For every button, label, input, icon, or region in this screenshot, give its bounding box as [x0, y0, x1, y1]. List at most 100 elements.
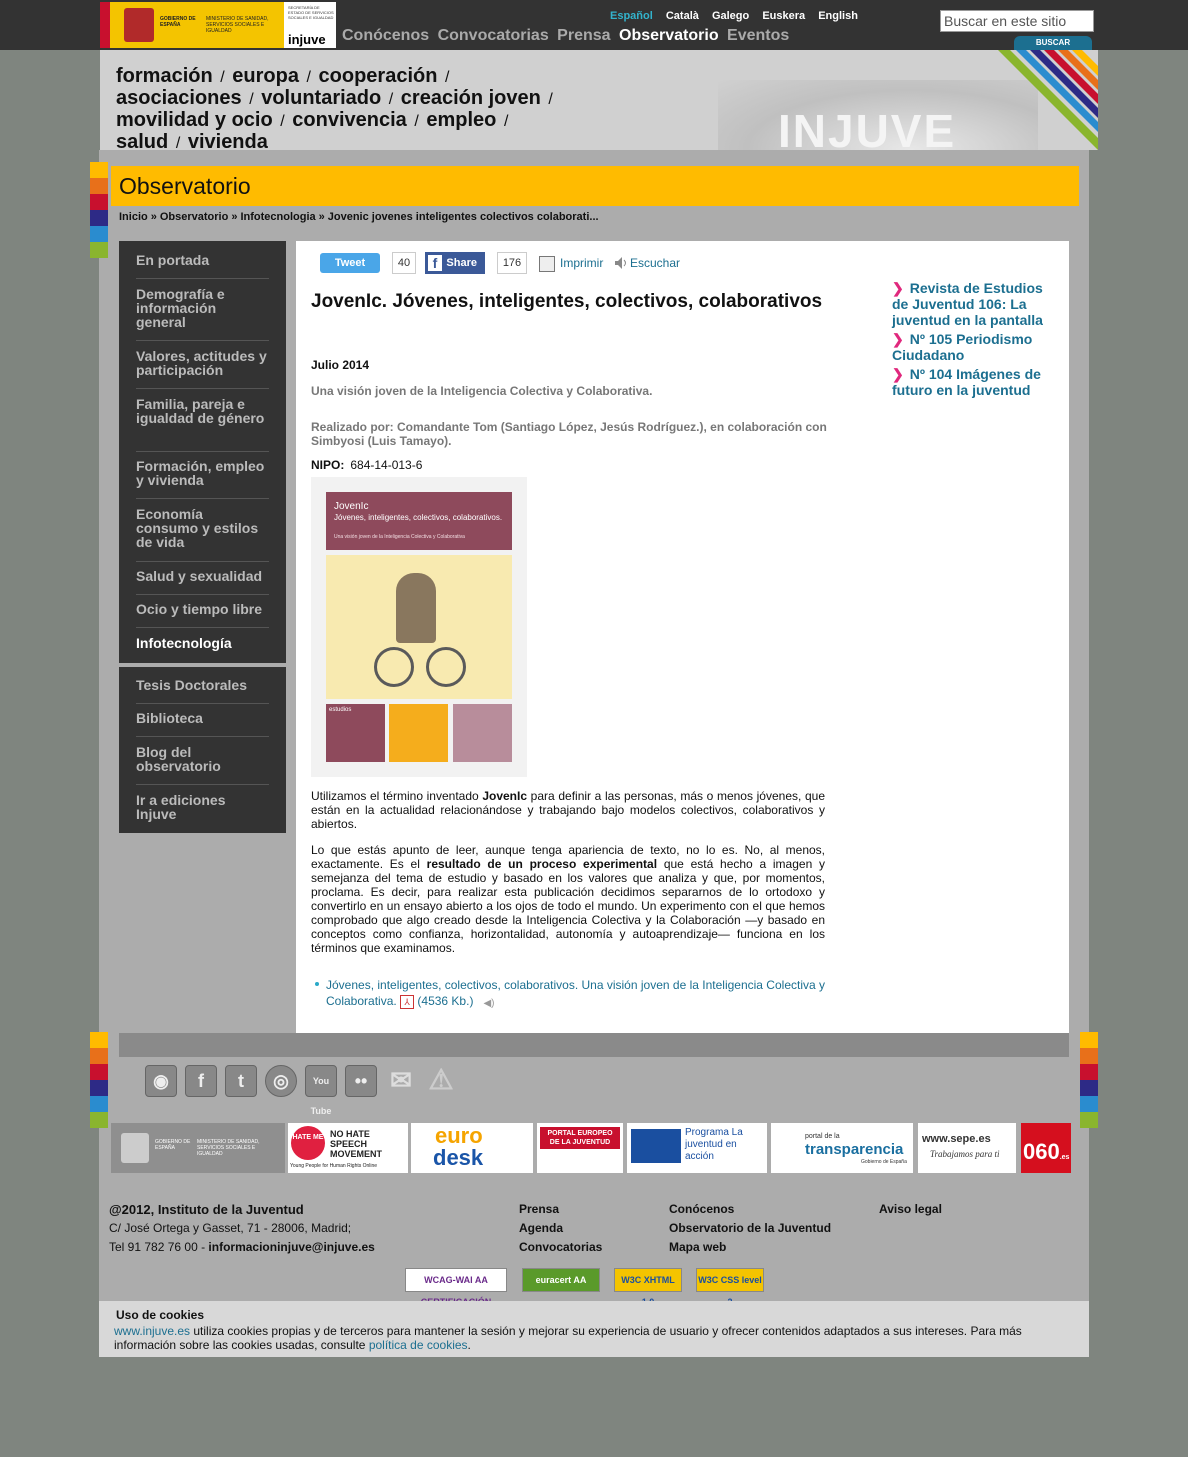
theme-formacion[interactable]: formación: [116, 65, 213, 87]
article-credit: Realizado por: Comandante Tom (Santiago …: [311, 420, 827, 448]
theme-voluntariado[interactable]: voluntariado: [261, 87, 381, 109]
sidebar-item-ocio[interactable]: Ocio y tiempo libre: [136, 602, 269, 616]
youtube-icon[interactable]: You Tube: [305, 1065, 337, 1116]
related-link-1[interactable]: ❯ Revista de Estudios de Juventud 106: La…: [892, 280, 1062, 328]
lang-ca[interactable]: Català: [666, 10, 699, 22]
partner-eurodesk[interactable]: euro desk: [411, 1123, 533, 1173]
sidebar-item-tesis[interactable]: Tesis Doctorales: [136, 678, 269, 692]
partner-no-hate[interactable]: HATE ME NO HATE SPEECH MOVEMENT Young Pe…: [288, 1123, 408, 1173]
speaker-icon[interactable]: [614, 256, 628, 270]
footer-link-prensa[interactable]: Prensa: [519, 1200, 602, 1219]
breadcrumb: Inicio» Observatorio» Infotecnologia» Joven…: [119, 211, 599, 223]
flickr-icon[interactable]: ••: [345, 1065, 377, 1097]
partner-transparencia[interactable]: portal de la transparencia Gobierno de E…: [771, 1123, 913, 1173]
footer-link-mapa-web[interactable]: Mapa web: [669, 1238, 831, 1257]
euracert-badge[interactable]: euracert AA: [522, 1268, 600, 1292]
theme-asociaciones[interactable]: asociaciones: [116, 87, 242, 109]
cyclist-figure: [396, 573, 436, 643]
coat-of-arms-icon: [121, 1133, 149, 1163]
bicycle-wheel-icon: [426, 647, 466, 687]
footer-email-link[interactable]: informacioninjuve@injuve.es: [208, 1240, 374, 1254]
footer-link-convocatorias[interactable]: Convocatorias: [519, 1238, 602, 1257]
breadcrumb-inicio[interactable]: Inicio: [119, 211, 148, 223]
sidebar-item-demografia[interactable]: Demografía e información general: [136, 287, 269, 329]
theme-movilidad[interactable]: movilidad y ocio: [116, 109, 273, 131]
lang-en[interactable]: English: [818, 10, 858, 22]
sidebar-item-valores[interactable]: Valores, actitudes y participación: [136, 349, 269, 377]
tweet-button[interactable]: Tweet: [320, 253, 380, 273]
sidebar-item-economia[interactable]: Economía consumo y estilos de vida: [136, 507, 269, 549]
sidebar-item-en-portada[interactable]: En portada: [136, 253, 269, 267]
lang-eu[interactable]: Euskera: [762, 10, 805, 22]
w3c-css-badge[interactable]: W3C CSS level 2: [696, 1268, 764, 1307]
cookie-policy-link[interactable]: política de cookies: [369, 1338, 468, 1352]
nipo-value: 684-14-013-6: [350, 458, 423, 472]
search-input[interactable]: Buscar en este sitio: [940, 10, 1094, 32]
content-bottom-bar: [119, 1033, 1069, 1057]
sidebar-item-familia[interactable]: Familia, pareja e igualdad de género: [136, 397, 269, 425]
speaker-icon[interactable]: ◀): [483, 996, 497, 1009]
footer-col-3: Aviso legal: [879, 1200, 942, 1219]
breadcrumb-infotecnologia[interactable]: Infotecnologia: [240, 211, 315, 223]
lang-gl[interactable]: Galego: [712, 10, 749, 22]
partner-sepe[interactable]: www.sepe.es Trabajamos para ti: [918, 1123, 1016, 1173]
theme-cooperacion[interactable]: cooperación: [319, 65, 438, 87]
theme-europa[interactable]: europa: [232, 65, 299, 87]
partner-gobierno[interactable]: GOBIERNO DE ESPAÑA MINISTERIO DE SANIDAD…: [111, 1123, 285, 1173]
footer-link-observatorio[interactable]: Observatorio de la Juventud: [669, 1219, 831, 1238]
bullet-icon: [315, 982, 319, 986]
related-link-3[interactable]: ❯ Nº 104 Imágenes de futuro en la juventu…: [892, 366, 1062, 398]
nav-conocenos[interactable]: Conócenos: [342, 27, 429, 44]
color-squares-left: [90, 162, 108, 258]
publication-cover-image[interactable]: JovenIc Jóvenes, inteligentes, colectivo…: [311, 477, 527, 777]
injuve-logo[interactable]: SECRETARÍA DE ESTADO DE SERVICIOS SOCIAL…: [284, 2, 336, 48]
printer-icon[interactable]: [539, 256, 555, 272]
sidebar-item-blog[interactable]: Blog del observatorio: [136, 745, 269, 773]
article-title: JovenIc. Jóvenes, inteligentes, colectiv…: [311, 291, 823, 312]
gobierno-logo[interactable]: GOBIERNO DE ESPAÑA MINISTERIO DE SANIDAD…: [100, 2, 284, 48]
bicycle-wheel-icon: [374, 647, 414, 687]
cookie-site-link[interactable]: www.injuve.es: [114, 1324, 190, 1338]
footer-link-conocenos[interactable]: Conócenos: [669, 1200, 831, 1219]
nipo: NIPO: 684-14-013-6: [311, 458, 422, 472]
search-button[interactable]: BUSCAR: [1014, 36, 1092, 50]
theme-convivencia[interactable]: convivencia: [292, 109, 407, 131]
partner-programa-juventud[interactable]: Programa La juventud en acción: [627, 1123, 767, 1173]
cover-series: estudios: [329, 707, 352, 713]
theme-empleo[interactable]: empleo: [426, 109, 496, 131]
sidebar-item-salud[interactable]: Salud y sexualidad: [136, 569, 269, 583]
tuenti-icon[interactable]: ◎: [265, 1065, 297, 1097]
wcag-badge[interactable]: WCAG-WAI AA CERTIFICACIÓN: [405, 1268, 507, 1307]
mail-icon[interactable]: ✉: [385, 1065, 417, 1097]
cover-tagline: Una visión joven de la Inteligencia Cole…: [334, 534, 465, 540]
w3c-xhtml-badge[interactable]: W3C XHTML 1.0: [614, 1268, 682, 1307]
section-title: Observatorio: [119, 173, 251, 199]
sidebar-item-formacion[interactable]: Formación, empleo y vivienda: [136, 459, 269, 487]
sidebar-item-biblioteca[interactable]: Biblioteca: [136, 711, 269, 725]
twitter-icon[interactable]: t: [225, 1065, 257, 1097]
nav-convocatorias[interactable]: Convocatorias: [438, 27, 549, 44]
facebook-icon[interactable]: f: [185, 1065, 217, 1097]
footer-link-agenda[interactable]: Agenda: [519, 1219, 602, 1238]
nav-prensa[interactable]: Prensa: [557, 27, 610, 44]
cover-subtitle: Jóvenes, inteligentes, colectivos, colab…: [334, 513, 503, 522]
download-list-item: Jóvenes, inteligentes, colectivos, colab…: [315, 977, 825, 1009]
nav-observatorio[interactable]: Observatorio: [619, 27, 719, 44]
partner-portal-europeo[interactable]: PORTAL EUROPEO DE LA JUVENTUD: [537, 1123, 623, 1173]
listen-link[interactable]: Escuchar: [630, 256, 680, 270]
nav-eventos[interactable]: Eventos: [727, 27, 789, 44]
print-link[interactable]: Imprimir: [560, 256, 603, 270]
theme-creacion-joven[interactable]: creación joven: [401, 87, 541, 109]
breadcrumb-observatorio[interactable]: Observatorio: [160, 211, 228, 223]
lang-es[interactable]: Español: [610, 10, 653, 22]
sidebar-item-infotecnologia[interactable]: Infotecnología: [136, 636, 269, 650]
footer-col-1: Prensa Agenda Convocatorias: [519, 1200, 602, 1257]
partner-060[interactable]: 060.es: [1021, 1123, 1071, 1173]
rss-icon[interactable]: ◉: [145, 1065, 177, 1097]
sidebar-item-ediciones[interactable]: Ir a ediciones Injuve: [136, 793, 269, 821]
related-link-2[interactable]: ❯ Nº 105 Periodismo Ciudadano: [892, 331, 1062, 363]
chevron-right-icon: ❯: [892, 280, 904, 296]
footer-link-aviso-legal[interactable]: Aviso legal: [879, 1200, 942, 1219]
chevron-right-icon: ❯: [892, 331, 904, 347]
alert-icon[interactable]: ⚠: [425, 1065, 457, 1097]
